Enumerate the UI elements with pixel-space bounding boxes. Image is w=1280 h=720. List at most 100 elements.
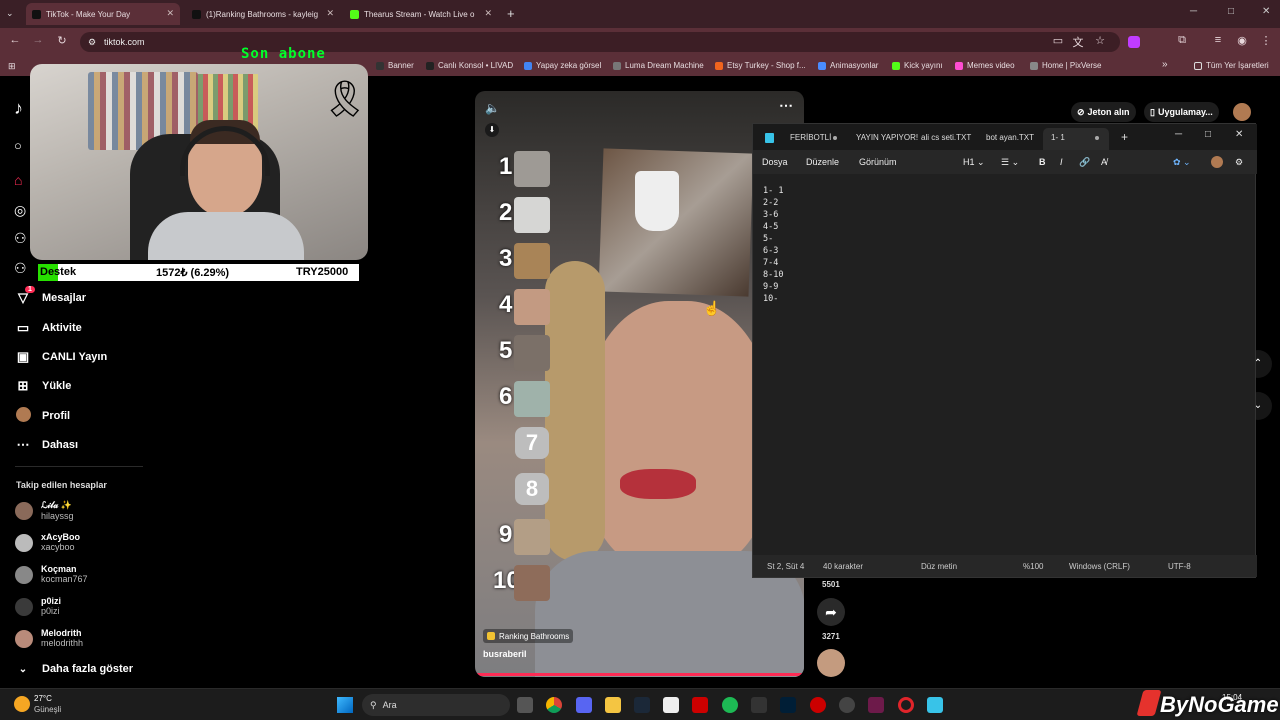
vegas-icon[interactable]	[868, 697, 884, 713]
translate-icon[interactable]: 文	[1070, 34, 1086, 50]
copilot-icon[interactable]: ✿ ⌄	[1173, 157, 1191, 168]
get-coins-button[interactable]: ⊘ Jeton alın	[1071, 102, 1136, 122]
forward-icon[interactable]: →	[30, 34, 46, 46]
chrome-icon[interactable]	[546, 697, 562, 713]
menu-file[interactable]: Dosya	[762, 157, 788, 167]
notepad-minimize-icon[interactable]: ─	[1175, 129, 1182, 140]
profile-icon[interactable]: ◉	[1234, 34, 1250, 47]
bookmark-item[interactable]: Home | PixVerse	[1030, 61, 1101, 70]
encoding[interactable]: UTF-8	[1168, 562, 1191, 571]
obs-icon[interactable]	[839, 697, 855, 713]
notepad-tab[interactable]: ali cs seti.TXT	[921, 133, 971, 142]
sidebar-item-live[interactable]: ▣ CANLI Yayın	[15, 349, 107, 365]
effect-tag[interactable]: Ranking Bathrooms	[483, 629, 574, 643]
minimize-window-icon[interactable]: ─	[1190, 6, 1197, 17]
notepad-tab[interactable]: YAYIN YAPIYOR!	[856, 133, 918, 142]
sidebar-item-activity[interactable]: ▭ Aktivite	[15, 320, 82, 336]
bookmark-item[interactable]: Banner	[376, 61, 414, 70]
bookmark-item[interactable]: Canlı Konsol • LIVAD	[426, 61, 513, 70]
install-app-icon[interactable]: ▭	[1050, 34, 1066, 47]
extensions-puzzle-icon[interactable]: ⧉	[1174, 34, 1190, 47]
notepad-text-area[interactable]: 1- 1 2-2 3-6 4-5 5- 6-3 7-4 8-10 9-9 10-	[763, 185, 783, 305]
app-icon[interactable]	[810, 697, 826, 713]
spotify-icon[interactable]	[722, 697, 738, 713]
italic-icon[interactable]: I	[1060, 157, 1063, 167]
tab-ranking-bathrooms[interactable]: (1)Ranking Bathrooms - kayleig ✕	[186, 3, 340, 25]
line-ending[interactable]: Windows (CRLF)	[1069, 562, 1130, 571]
following-item[interactable]: Melodrith melodrithh	[15, 628, 83, 648]
more-options-icon[interactable]: ⋯	[779, 97, 793, 114]
bookmark-item[interactable]: Yapay zeka görsel	[524, 61, 601, 70]
menu-edit[interactable]: Düzenle	[806, 157, 839, 167]
get-app-button[interactable]: ▯ Uygulamay...	[1144, 102, 1219, 122]
new-tab-button[interactable]: +	[507, 6, 515, 21]
video-progress-bar[interactable]	[475, 673, 804, 676]
friends-icon[interactable]: ⚇	[14, 260, 27, 277]
account-avatar[interactable]	[1211, 156, 1223, 168]
show-more-button[interactable]: ⌄ Daha fazla göster	[15, 663, 133, 675]
clear-format-icon[interactable]: A̸	[1101, 157, 1107, 167]
opera-icon[interactable]	[898, 697, 914, 713]
bookmark-item[interactable]: Animasyonlar	[818, 61, 878, 70]
notepad-tab[interactable]: bot ayan.TXT	[986, 133, 1034, 142]
following-icon[interactable]: ⚇	[14, 230, 27, 247]
home-icon[interactable]: ⌂	[14, 172, 22, 188]
volume-icon[interactable]: 🔈	[485, 101, 500, 115]
bookmark-item[interactable]: Luma Dream Machine	[613, 61, 704, 70]
notepad-close-icon[interactable]: ✕	[1235, 129, 1243, 140]
news-app-icon[interactable]	[692, 697, 708, 713]
steam-icon[interactable]	[634, 697, 650, 713]
music-disc-avatar[interactable]	[817, 649, 845, 677]
tab-thearus-stream[interactable]: Thearus Stream - Watch Live o ✕	[344, 3, 498, 25]
maximize-window-icon[interactable]: □	[1228, 6, 1234, 17]
media-icon[interactable]: ≡	[1210, 34, 1226, 46]
following-item[interactable]: p0izi p0izi	[15, 596, 61, 616]
following-item[interactable]: ℒ𝒾𝓁𝒶 ✨ hilayssg	[15, 500, 74, 521]
start-windows-icon[interactable]	[337, 697, 353, 713]
sidebar-item-more[interactable]: ⋯ Dahası	[15, 437, 79, 453]
photoshop-icon[interactable]	[780, 697, 796, 713]
reload-icon[interactable]: ↻	[54, 34, 70, 47]
notepad-tab-active[interactable]: 1- 1	[1043, 128, 1109, 150]
heading-selector[interactable]: H1 ⌄	[963, 157, 985, 168]
settings-gear-icon[interactable]: ⚙	[1235, 157, 1243, 168]
sidebar-item-profile[interactable]: Profil	[15, 407, 70, 425]
menu-kebab-icon[interactable]: ⋮	[1258, 34, 1274, 47]
extension-icon[interactable]	[1128, 36, 1140, 48]
text-format[interactable]: Düz metin	[921, 562, 957, 571]
list-icon[interactable]: ☰ ⌄	[1001, 157, 1019, 168]
explore-icon[interactable]: ◎	[14, 202, 26, 219]
weather-icon[interactable]	[14, 696, 30, 712]
bold-icon[interactable]: B	[1039, 157, 1046, 167]
following-item[interactable]: Koçman kocman767	[15, 564, 88, 584]
bookmark-item[interactable]: Etsy Turkey - Shop f...	[715, 61, 806, 70]
all-bookmarks-button[interactable]: Tüm Yer İşaretleri	[1194, 61, 1269, 70]
site-info-icon[interactable]: ⚙	[88, 32, 96, 52]
capcut-icon[interactable]	[663, 697, 679, 713]
close-window-icon[interactable]: ✕	[1262, 6, 1270, 17]
following-item[interactable]: xAcyBoo xacyboo	[15, 532, 80, 552]
close-tab-icon[interactable]: ✕	[166, 8, 174, 19]
bookmark-star-icon[interactable]: ☆	[1092, 34, 1108, 47]
tiktok-logo-icon[interactable]: ♪	[14, 98, 23, 119]
weather-temp[interactable]: 27°C	[34, 694, 52, 703]
tab-search-icon[interactable]: ⌄	[6, 8, 14, 19]
task-view-icon[interactable]	[517, 697, 533, 713]
tab-tiktok[interactable]: TikTok - Make Your Day ✕	[26, 3, 180, 25]
share-button[interactable]: ➦	[817, 598, 845, 626]
notepad-tab[interactable]: FERİBOTLİ	[790, 133, 831, 142]
notepad-icon[interactable]	[927, 697, 943, 713]
bookmarks-overflow-button[interactable]: »	[1162, 59, 1168, 70]
profile-avatar[interactable]	[1233, 103, 1251, 121]
notepad-maximize-icon[interactable]: □	[1205, 129, 1211, 140]
file-explorer-icon[interactable]	[605, 697, 621, 713]
discord-icon[interactable]	[576, 697, 592, 713]
back-icon[interactable]: ←	[7, 34, 23, 46]
bookmark-item[interactable]: Kick yayını	[892, 61, 943, 70]
apps-grid-icon[interactable]: ⊞	[8, 61, 16, 72]
menu-view[interactable]: Görünüm	[859, 157, 897, 167]
sidebar-item-upload[interactable]: ⊞ Yükle	[15, 378, 72, 394]
search-icon[interactable]: ○	[14, 138, 22, 153]
notepad-new-tab-icon[interactable]: +	[1121, 130, 1128, 144]
epic-games-icon[interactable]	[751, 697, 767, 713]
